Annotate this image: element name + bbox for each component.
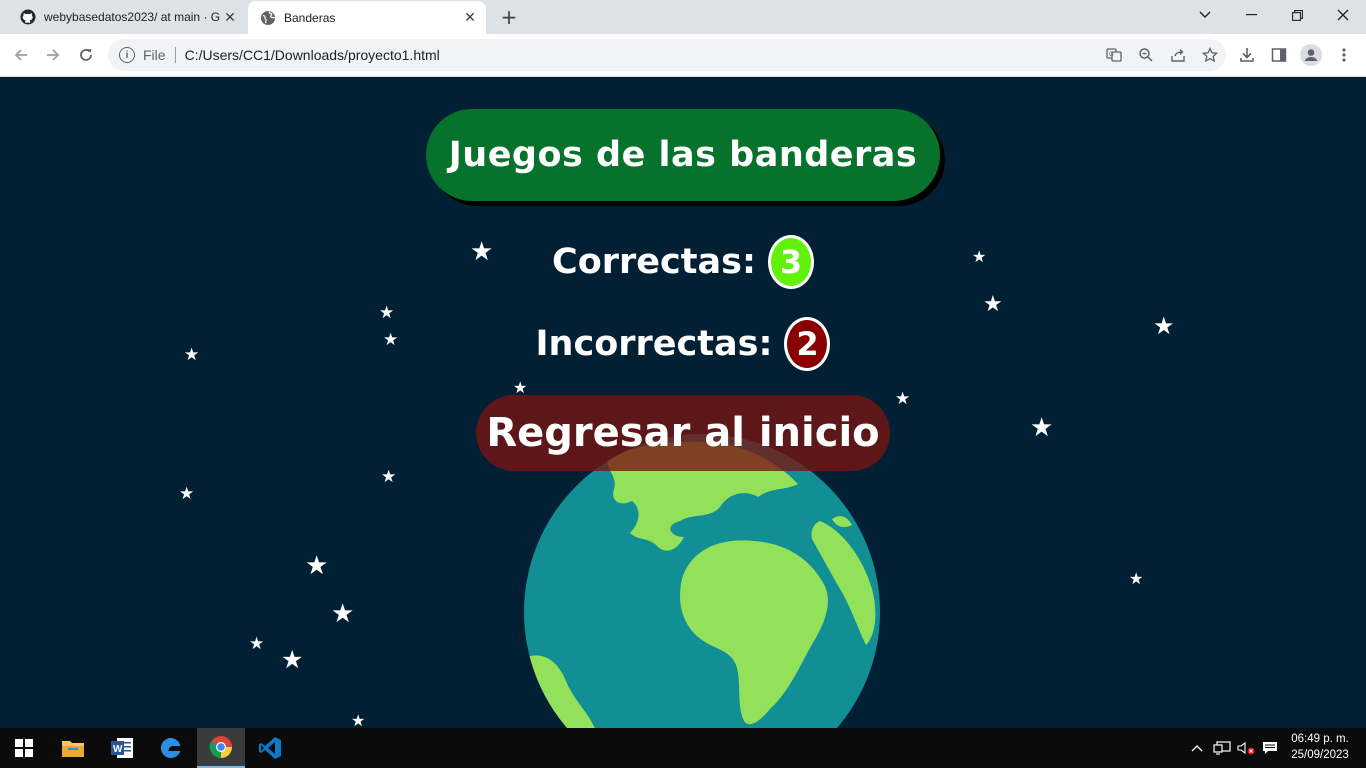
incorrect-score-row: Incorrectas: 2 (0, 317, 1366, 371)
taskbar-clock[interactable]: 06:49 p. m. 25/09/2023 (1288, 731, 1352, 763)
star-icon: ★ (1129, 569, 1144, 588)
notifications-icon[interactable] (1258, 728, 1282, 768)
star-icon: ★ (895, 389, 911, 409)
address-bar-actions: G (1098, 39, 1226, 71)
close-window-button[interactable] (1320, 0, 1366, 30)
star-icon: ★ (305, 551, 329, 581)
incorrect-label: Incorrectas: (535, 324, 773, 364)
bookmark-star-icon[interactable] (1194, 39, 1226, 71)
download-icon[interactable] (1234, 42, 1260, 68)
zoom-icon[interactable] (1130, 39, 1162, 71)
globe-icon (260, 10, 276, 26)
windows-start-icon[interactable] (0, 728, 48, 768)
earth-illustration (524, 434, 880, 728)
tab-close-icon[interactable]: ✕ (460, 8, 480, 28)
address-bar[interactable]: i File C:/Users/CC1/Downloads/proyecto1.… (108, 39, 1226, 71)
star-icon: ★ (381, 467, 397, 487)
page-title: Juegos de las banderas (426, 109, 940, 201)
back-to-start-button[interactable]: Regresar al inicio (476, 395, 890, 471)
address-divider (174, 47, 176, 63)
tab-search-chevron-icon[interactable] (1182, 0, 1228, 30)
vscode-icon[interactable] (246, 728, 294, 768)
tab-banderas[interactable]: Banderas ✕ (248, 1, 486, 34)
browser-tab-strip: webybasedatos2023/ at main · G ✕ Bandera… (0, 0, 1366, 34)
forward-arrow-icon[interactable] (40, 42, 66, 68)
volume-muted-icon[interactable] (1234, 728, 1258, 768)
back-arrow-icon[interactable] (8, 42, 34, 68)
site-info-icon[interactable]: i (119, 47, 135, 63)
game-results-page: ★ ★ ★ ★ ★ ★ ★ ★ ★ ★ ★ ★ ★ ★ ★ ★ ★ ★ Jueg… (0, 77, 1366, 728)
star-icon: ★ (1030, 413, 1054, 443)
star-icon: ★ (331, 599, 355, 629)
url-scheme-label: File (143, 47, 166, 63)
correct-score-row: Correctas: 3 (0, 235, 1366, 289)
tab-github[interactable]: webybasedatos2023/ at main · G ✕ (8, 0, 246, 34)
share-icon[interactable] (1162, 39, 1194, 71)
edge-icon[interactable] (147, 728, 195, 768)
chrome-icon[interactable] (197, 728, 245, 768)
restore-button[interactable] (1274, 0, 1320, 30)
file-explorer-icon[interactable] (49, 728, 97, 768)
network-icon[interactable] (1210, 728, 1234, 768)
new-tab-button[interactable]: + (498, 5, 520, 29)
windows-taskbar: W 06:49 p. m. 25/09/2023 (0, 728, 1366, 768)
github-icon (20, 9, 36, 25)
incorrect-count-badge: 2 (784, 317, 831, 371)
minimize-button[interactable] (1228, 0, 1274, 30)
svg-text:G: G (1109, 52, 1114, 58)
url-text[interactable]: C:/Users/CC1/Downloads/proyecto1.html (185, 47, 440, 63)
tab-title: webybasedatos2023/ at main · G (44, 10, 220, 24)
star-icon: ★ (983, 292, 1003, 317)
correct-count-badge: 3 (767, 235, 814, 289)
star-icon: ★ (281, 645, 304, 674)
svg-text:W: W (113, 744, 123, 755)
clock-date: 25/09/2023 (1291, 749, 1349, 761)
clock-time: 06:49 p. m. (1291, 733, 1349, 745)
profile-avatar-icon[interactable] (1298, 42, 1324, 68)
tab-close-icon[interactable]: ✕ (220, 7, 240, 27)
side-panel-icon[interactable] (1266, 42, 1292, 68)
star-icon: ★ (513, 378, 528, 397)
star-icon: ★ (351, 711, 366, 729)
correct-label: Correctas: (552, 242, 756, 282)
star-icon: ★ (179, 484, 195, 504)
star-icon: ★ (249, 634, 265, 654)
reload-icon[interactable] (73, 42, 99, 68)
browser-toolbar: i File C:/Users/CC1/Downloads/proyecto1.… (0, 34, 1366, 77)
translate-icon[interactable]: G (1098, 39, 1130, 71)
show-hidden-icons-chevron-icon[interactable] (1186, 728, 1208, 768)
tab-title: Banderas (284, 10, 336, 25)
menu-kebab-icon[interactable] (1331, 42, 1357, 68)
word-icon[interactable]: W (98, 728, 146, 768)
